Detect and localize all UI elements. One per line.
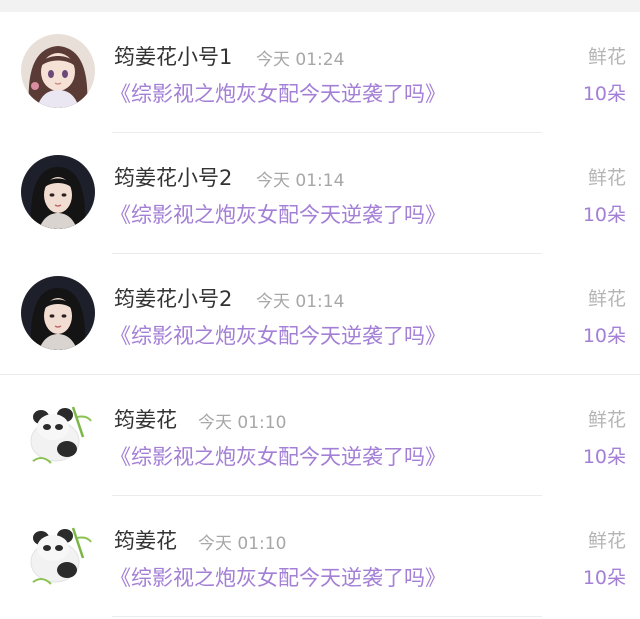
panda-avatar[interactable] <box>21 518 95 592</box>
gift-count: 10朵 <box>582 325 626 347</box>
gift-record-list: 筠姜花小号1 今天 01:24 《综影视之炮灰女配今天逆袭了吗》 鲜花 10朵 … <box>0 12 640 617</box>
gift-type: 鲜花 <box>587 167 626 189</box>
gift-time: 今天 01:10 <box>198 413 287 433</box>
gift-record-row[interactable]: 筠姜花小号1 今天 01:24 《综影视之炮灰女配今天逆袭了吗》 鲜花 10朵 <box>0 12 640 133</box>
gift-record-row[interactable]: 筠姜花 今天 01:10 《综影视之炮灰女配今天逆袭了吗》 鲜花 10朵 <box>0 496 640 617</box>
gift-count: 10朵 <box>582 567 626 589</box>
anime-girl-avatar[interactable] <box>21 34 95 108</box>
book-title-link[interactable]: 《综影视之炮灰女配今天逆袭了吗》 <box>110 441 446 471</box>
book-title-link[interactable]: 《综影视之炮灰女配今天逆袭了吗》 <box>110 562 446 592</box>
top-strip <box>0 0 640 12</box>
gift-record-row[interactable]: 筠姜花 今天 01:10 《综影视之炮灰女配今天逆袭了吗》 鲜花 10朵 <box>0 375 640 496</box>
gift-time: 今天 01:14 <box>256 292 345 312</box>
panda-avatar[interactable] <box>21 397 95 471</box>
gift-record-row[interactable]: 筠姜花小号2 今天 01:14 《综影视之炮灰女配今天逆袭了吗》 鲜花 10朵 <box>0 254 640 375</box>
sender-name[interactable]: 筠姜花 <box>114 404 177 434</box>
sender-name[interactable]: 筠姜花小号2 <box>114 283 232 313</box>
gift-count: 10朵 <box>582 83 626 105</box>
gift-type: 鲜花 <box>587 46 626 68</box>
book-title-link[interactable]: 《综影视之炮灰女配今天逆袭了吗》 <box>110 78 446 108</box>
gift-type: 鲜花 <box>587 530 626 552</box>
book-title-link[interactable]: 《综影视之炮灰女配今天逆袭了吗》 <box>110 199 446 229</box>
sender-name[interactable]: 筠姜花 <box>114 525 177 555</box>
gift-record-row[interactable]: 筠姜花小号2 今天 01:14 《综影视之炮灰女配今天逆袭了吗》 鲜花 10朵 <box>0 133 640 254</box>
gift-type: 鲜花 <box>587 409 626 431</box>
gift-count: 10朵 <box>582 446 626 468</box>
actress-avatar[interactable] <box>21 276 95 350</box>
gift-count: 10朵 <box>582 204 626 226</box>
row-divider <box>112 616 542 617</box>
book-title-link[interactable]: 《综影视之炮灰女配今天逆袭了吗》 <box>110 320 446 350</box>
gift-time: 今天 01:24 <box>256 50 345 70</box>
gift-time: 今天 01:14 <box>256 171 345 191</box>
sender-name[interactable]: 筠姜花小号2 <box>114 162 232 192</box>
gift-type: 鲜花 <box>587 288 626 310</box>
actress-avatar[interactable] <box>21 155 95 229</box>
sender-name[interactable]: 筠姜花小号1 <box>114 41 232 71</box>
gift-time: 今天 01:10 <box>198 534 287 554</box>
